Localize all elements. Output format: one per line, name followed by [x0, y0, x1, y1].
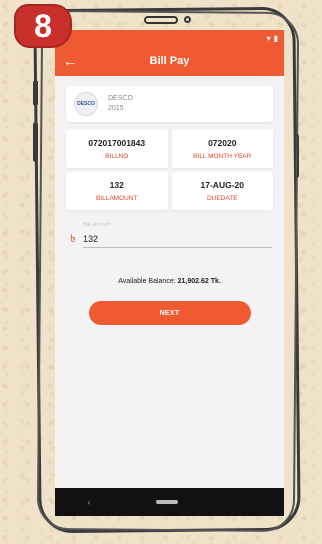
next-button[interactable]: NEXT — [88, 301, 251, 325]
phone-screen: ▾ ▮ ← Bill Pay DESCO DESCO 2015 07201700… — [55, 30, 284, 516]
biller-card: DESCO DESCO 2015 — [66, 86, 273, 122]
bill-amount-value: 132 — [109, 180, 124, 190]
amount-field-label: Bill amount — [83, 222, 111, 228]
bill-amount-label: BILLAMOUNT — [95, 195, 138, 202]
battery-icon: ▮ — [273, 33, 278, 43]
phone-speaker — [144, 16, 178, 24]
due-date-label: DUEDATE — [206, 195, 238, 202]
bill-info-grid: 072017001843 BILLNO 072020 BILL MONTH YE… — [66, 130, 273, 210]
amount-row: ৳ — [63, 230, 272, 248]
nav-home-icon[interactable] — [155, 500, 178, 504]
amount-input[interactable] — [83, 230, 272, 248]
status-bar: ▾ ▮ — [55, 30, 284, 46]
taka-icon: ৳ — [70, 232, 76, 245]
page-title: Bill Pay — [149, 55, 190, 67]
bill-number-label: BILLNO — [105, 153, 129, 160]
system-nav-bar: ‹ — [55, 488, 284, 516]
biller-name: DESCO — [108, 95, 133, 102]
amount-field-group: Bill amount ৳ — [63, 222, 272, 248]
step-badge: 8 — [14, 4, 72, 48]
phone-camera — [184, 16, 191, 23]
bill-info-cell: 072020 BILL MONTH YEAR — [171, 130, 273, 168]
bill-info-cell: 072017001843 BILLNO — [66, 130, 168, 168]
bill-info-cell: 132 BILLAMOUNT — [66, 172, 168, 210]
biller-logo-text: DESCO — [77, 101, 95, 107]
desco-logo-icon: DESCO — [74, 92, 98, 116]
bill-month-year-value: 072020 — [208, 138, 237, 148]
nav-back-icon[interactable]: ‹ — [88, 498, 91, 507]
available-balance: Available Balance: 21,902.62 Tk. — [55, 278, 284, 285]
balance-prefix: Available Balance: — [118, 278, 176, 285]
phone-side-button-right — [294, 134, 299, 178]
phone-side-button-left — [33, 80, 38, 106]
bill-month-year-label: BILL MONTH YEAR — [193, 153, 252, 160]
wifi-icon: ▾ — [266, 33, 271, 43]
balance-amount: 21,902.62 Tk. — [177, 278, 221, 285]
due-date-value: 17-AUG-20 — [200, 180, 244, 190]
phone-side-button-left-2 — [33, 122, 38, 162]
bill-info-cell: 17-AUG-20 DUEDATE — [171, 172, 273, 210]
biller-year: 2015 — [108, 105, 124, 112]
biller-info: DESCO 2015 — [108, 94, 133, 114]
app-bar: ← Bill Pay — [55, 46, 284, 76]
bill-number-value: 072017001843 — [88, 138, 146, 148]
back-arrow-icon[interactable]: ← — [63, 52, 77, 70]
